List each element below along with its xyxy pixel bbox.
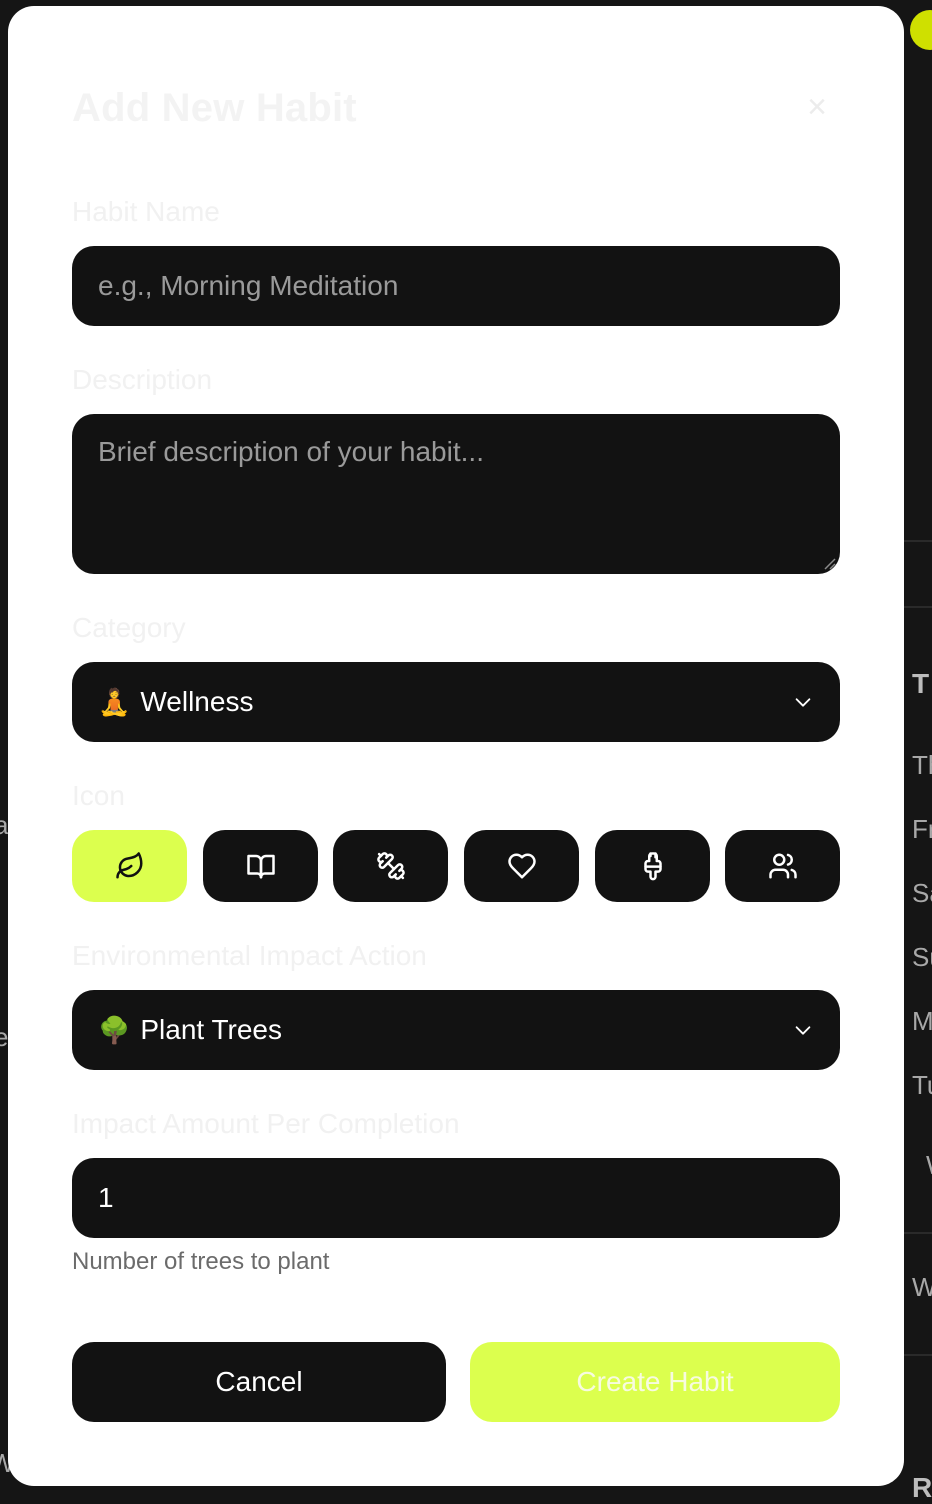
close-icon[interactable]: × bbox=[802, 90, 832, 124]
add-habit-modal: Add New Habit × Habit Name e.g., Morning… bbox=[8, 6, 904, 1486]
habit-name-label: Habit Name bbox=[72, 196, 220, 227]
impact-amount-value: 1 bbox=[98, 1182, 114, 1213]
bg-heading: T bbox=[912, 668, 930, 699]
cancel-button[interactable]: Cancel bbox=[72, 1342, 446, 1422]
impact-action-select[interactable]: 🌳 Plant Trees bbox=[72, 990, 840, 1070]
book-icon bbox=[246, 854, 275, 879]
habit-name-input[interactable]: e.g., Morning Meditation bbox=[72, 246, 840, 326]
divider bbox=[904, 1354, 932, 1356]
background-avatar bbox=[910, 10, 932, 50]
bg-item: W bbox=[912, 1272, 932, 1302]
icon-label: Icon bbox=[72, 780, 125, 811]
bg-day: M bbox=[912, 1006, 932, 1036]
dumbbell-icon bbox=[376, 852, 405, 880]
icon-option-dumbbell[interactable] bbox=[333, 830, 448, 902]
habit-name-placeholder: e.g., Morning Meditation bbox=[98, 270, 399, 301]
icon-option-paintbrush[interactable] bbox=[595, 830, 710, 902]
description-textarea[interactable]: Brief description of your habit... bbox=[72, 414, 840, 574]
bg-day: Fr bbox=[912, 814, 932, 844]
tree-emoji-icon: 🌳 bbox=[98, 1014, 131, 1045]
bg-day: Tu bbox=[912, 1070, 932, 1100]
category-value: Wellness bbox=[140, 686, 254, 717]
users-icon bbox=[768, 853, 797, 879]
icon-option-leaf[interactable] bbox=[72, 830, 187, 902]
icon-picker bbox=[72, 830, 840, 902]
chevron-down-icon bbox=[795, 698, 811, 707]
divider bbox=[904, 1232, 932, 1234]
impact-amount-label: Impact Amount Per Completion bbox=[72, 1108, 460, 1139]
divider bbox=[904, 540, 932, 542]
divider bbox=[904, 606, 932, 608]
category-label: Category bbox=[72, 612, 186, 643]
meditation-emoji-icon: 🧘 bbox=[98, 686, 131, 717]
bg-day: Th bbox=[912, 750, 932, 780]
impact-amount-helper: Number of trees to plant bbox=[72, 1248, 330, 1275]
icon-option-heart[interactable] bbox=[464, 830, 579, 902]
category-select[interactable]: 🧘 Wellness bbox=[72, 662, 840, 742]
icon-option-book[interactable] bbox=[203, 830, 318, 902]
impact-amount-input[interactable]: 1 bbox=[72, 1158, 840, 1238]
bg-heading: R bbox=[912, 1472, 932, 1503]
icon-option-users[interactable] bbox=[725, 830, 840, 902]
chevron-down-icon bbox=[795, 1026, 811, 1035]
description-label: Description bbox=[72, 364, 213, 395]
bg-day: Su bbox=[912, 942, 932, 972]
create-habit-button[interactable]: Create Habit bbox=[470, 1342, 840, 1422]
paintbrush-icon bbox=[643, 852, 662, 881]
impact-action-value: Plant Trees bbox=[140, 1014, 283, 1045]
leaf-icon bbox=[115, 852, 142, 879]
resize-grip-icon[interactable] bbox=[822, 556, 836, 570]
modal-title: Add New Habit bbox=[72, 86, 357, 130]
bg-day: Sa bbox=[912, 878, 932, 908]
description-placeholder: Brief description of your habit... bbox=[98, 436, 484, 467]
bg-day: W bbox=[926, 1150, 932, 1181]
impact-action-label: Environmental Impact Action bbox=[72, 940, 427, 971]
heart-icon bbox=[507, 853, 536, 879]
